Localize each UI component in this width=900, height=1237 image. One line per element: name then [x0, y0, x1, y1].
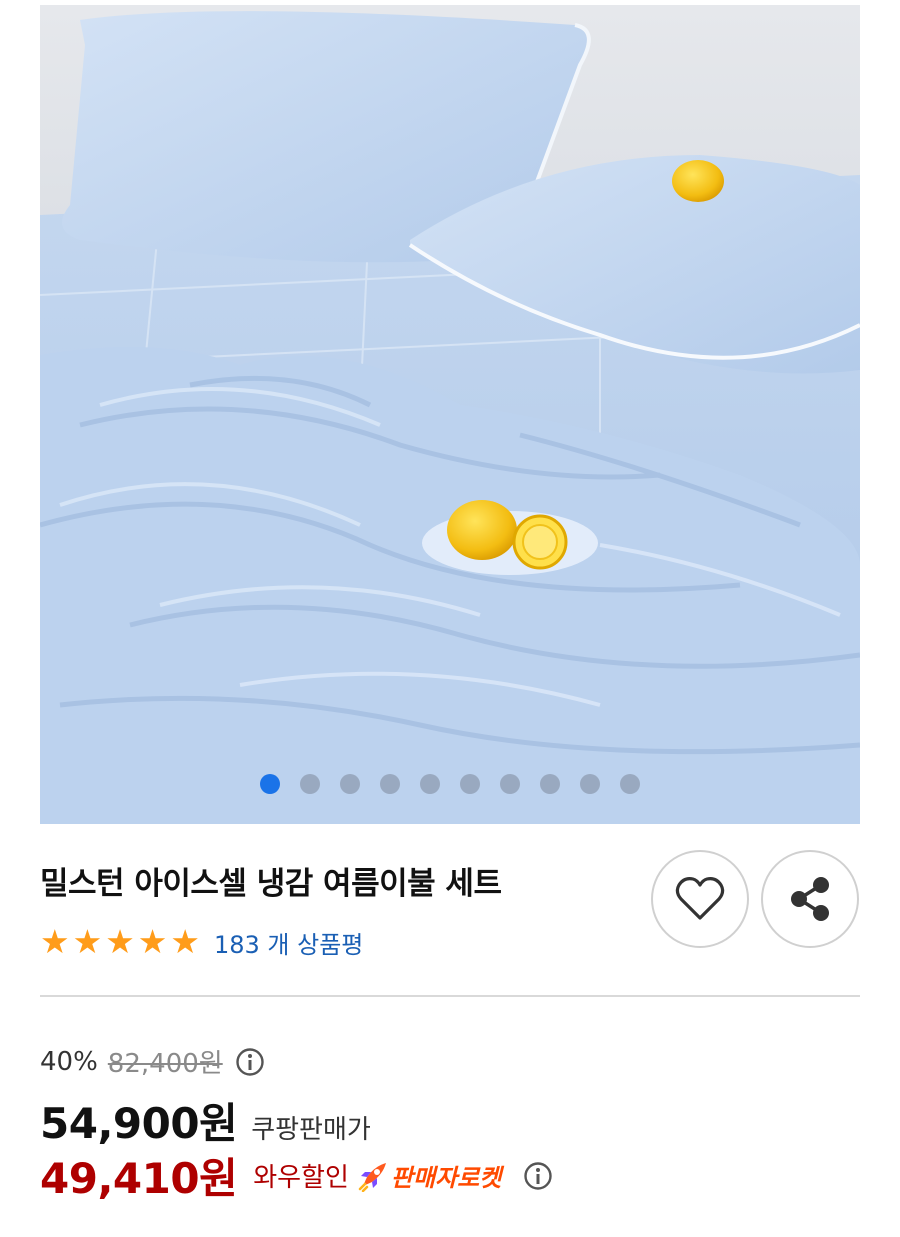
sale-price: 54,900원 — [40, 1099, 238, 1148]
heart-icon — [675, 877, 725, 920]
star-icon: ★ — [105, 922, 135, 961]
product-image[interactable] — [40, 5, 860, 824]
carousel-dot[interactable] — [620, 774, 640, 794]
carousel-dot[interactable] — [500, 774, 520, 794]
product-photo — [40, 5, 860, 824]
sale-price-label: 쿠팡판매가 — [251, 1115, 371, 1145]
carousel-dot[interactable] — [460, 774, 480, 794]
star-icon: ★ — [72, 922, 103, 961]
favorite-button[interactable] — [651, 850, 749, 948]
star-rating: ★ ★ ★ ★ ★ — [40, 924, 200, 960]
carousel-dot[interactable] — [580, 774, 600, 794]
carousel-dot[interactable] — [380, 774, 400, 794]
info-icon[interactable] — [523, 1161, 553, 1191]
original-price: 82,400원 — [107, 1049, 223, 1079]
wow-price: 49,410원 — [40, 1154, 238, 1203]
carousel-indicator — [40, 774, 860, 794]
wow-discount-label: 와우할인 — [253, 1163, 349, 1193]
carousel-dot[interactable] — [420, 774, 440, 794]
star-icon: ★ — [137, 922, 168, 961]
carousel-dot[interactable] — [340, 774, 360, 794]
star-icon: ★ — [170, 922, 200, 961]
carousel-dot[interactable] — [260, 774, 280, 794]
review-unit: 개 상품평 — [267, 930, 364, 959]
seller-rocket-label: 판매자로켓 — [390, 1164, 502, 1192]
info-icon[interactable] — [235, 1047, 265, 1077]
carousel-dot[interactable] — [540, 774, 560, 794]
review-link[interactable]: 183 개 상품평 — [214, 925, 363, 960]
star-icon: ★ — [40, 922, 70, 961]
sale-price-row: 54,900원 쿠팡판매가 — [40, 1090, 371, 1151]
seller-rocket-badge: 판매자로켓 — [357, 1158, 501, 1193]
review-count: 183 — [213, 930, 260, 959]
carousel-dot[interactable] — [300, 774, 320, 794]
wow-price-row: 49,410원 와우할인 판매자로켓 — [40, 1145, 553, 1206]
product-title: 밀스턴 아이스셀 냉감 여름이불 세트 — [40, 866, 502, 902]
share-button[interactable] — [761, 850, 859, 948]
discount-percent: 40% — [40, 1046, 98, 1077]
rating-row[interactable]: ★ ★ ★ ★ ★ 183 개 상품평 — [40, 924, 363, 960]
share-icon — [791, 877, 829, 921]
rocket-icon — [358, 1162, 386, 1192]
section-divider — [40, 995, 860, 997]
discount-row: 40% 82,400원 — [40, 1043, 265, 1080]
